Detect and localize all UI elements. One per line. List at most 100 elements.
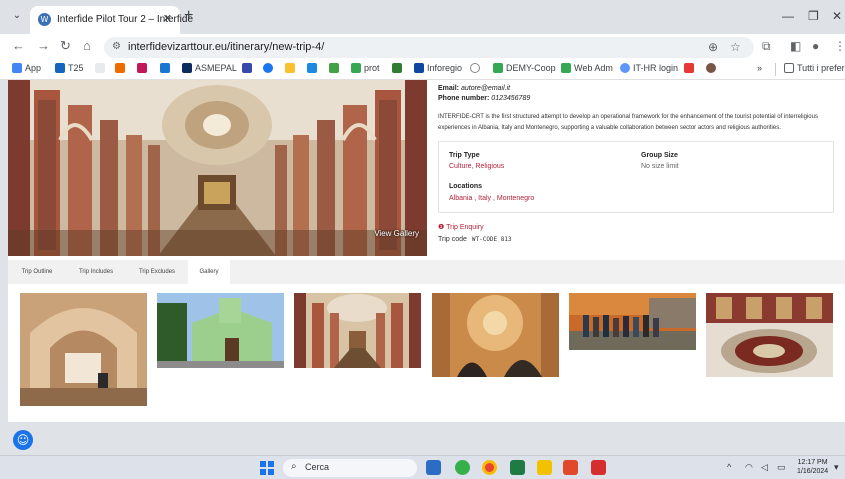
info-icon: ❶ [438,224,445,231]
view-gallery-link[interactable]: View Gallery [374,229,419,238]
group-size-label: Group Size [641,152,678,159]
extensions-icon[interactable]: ⧉ [762,39,771,54]
bookmark-label: IT-HR login [633,63,679,73]
all-bookmarks-folder[interactable]: Tutti i preferiti [784,63,845,73]
outlook-icon[interactable] [426,460,441,475]
taskbar-clock[interactable]: 12:17 PM 1/16/2024 [797,458,828,476]
bookmark-label: ASMEPAL [195,63,237,73]
bookmark-12-icon[interactable] [706,63,716,73]
bookmark-prot[interactable]: prot [351,63,380,73]
bookmark-5-icon[interactable] [242,63,252,73]
profile-icon[interactable]: ● [812,39,819,53]
facebook-icon[interactable] [263,63,273,73]
browser-tab[interactable]: W Interfide Pilot Tour 2 – Interfide ✕ [30,6,193,34]
bookmark-it-hr-login[interactable]: IT-HR login [620,63,678,73]
minimize-icon[interactable]: — [782,9,794,23]
new-tab-button[interactable]: + [184,8,193,24]
address-row: ← → ↻ ⌂ ⚙ interfidevizarttour.eu/itinera… [0,34,845,60]
zoom-icon[interactable]: ⊕ [708,40,718,54]
bookmark-1-icon[interactable] [95,63,105,73]
tab-gallery[interactable]: Gallery [188,260,230,284]
excel-icon[interactable] [510,460,525,475]
tab-trip-outline[interactable]: Trip Outline [8,260,66,284]
chevron-up-icon[interactable]: ^ [727,462,731,472]
restore-icon[interactable]: ❐ [808,9,819,23]
gallery-image-2[interactable] [157,293,284,368]
gallery-image-3[interactable] [294,293,421,368]
drive-icon [351,63,361,73]
site-info-icon[interactable]: ⚙ [112,41,121,52]
trip-enquiry-link[interactable]: ❶ Trip Enquiry [438,223,484,231]
menu-icon[interactable]: ⋮ [834,39,845,53]
trip-details-box: Trip Type Culture, Religious Group Size … [438,141,834,213]
address-bar[interactable]: ⚙ interfidevizarttour.eu/itinerary/new-t… [104,37,754,58]
locations-label: Locations [449,183,483,190]
clock-date: 1/16/2024 [797,468,829,475]
battery-icon[interactable]: ▭ [777,462,786,473]
bookmark-asmepal[interactable]: ASMEPAL [182,63,237,73]
url-text[interactable]: interfidevizarttour.eu/itinerary/new-tri… [128,41,324,53]
bookmark-7-icon[interactable] [307,63,317,73]
bookmark-9-icon[interactable] [392,63,402,73]
notification-bell-icon[interactable]: ▾ [834,462,839,473]
tab-search-icon[interactable]: ⌄ [10,10,24,24]
more-bookmarks-icon[interactable]: » [757,63,762,73]
bookmark-11-icon[interactable] [684,63,694,73]
trip-code-line: Trip code WT-CODE 813 [438,236,512,243]
email-line: Email: autore@email.it [438,84,838,94]
whatsapp-icon[interactable] [455,460,470,475]
bookmark-star-icon[interactable]: ☆ [730,40,741,54]
windows-start-icon[interactable] [260,461,274,475]
tab-trip-excludes[interactable]: Trip Excludes [126,260,188,284]
bookmark-8-icon[interactable] [329,63,339,73]
bookmark-t25[interactable]: T25 [55,63,84,73]
group-photo [569,293,696,350]
gallery-image-1[interactable] [20,293,147,406]
gallery-image-5[interactable] [569,293,696,350]
back-icon[interactable]: ← [12,39,25,53]
tab-trip-includes[interactable]: Trip Includes [66,260,126,284]
taskbar-search-placeholder: Cerca [305,462,330,472]
close-window-icon[interactable]: ✕ [832,9,842,23]
phone-value[interactable]: 0123456789 [491,95,530,102]
bookmark-2-icon[interactable] [115,63,125,73]
bookmark-inforegio[interactable]: Inforegio [414,63,462,73]
trip-type-value[interactable]: Culture, Religious [449,163,504,170]
email-label: Email: [438,85,460,92]
acrobat-icon[interactable] [591,460,606,475]
sidebar-icon[interactable]: ◧ [790,39,801,53]
asmepal-icon [182,63,192,73]
bookmark-demy-coop[interactable]: DEMY-Coop [493,63,556,73]
tab-title: Interfide Pilot Tour 2 – Interfide [57,14,194,25]
clock-time: 12:17 PM [797,459,828,466]
volume-icon[interactable]: ◁ [761,462,768,473]
inforegio-icon [414,63,424,73]
trip-info-panel: Email: autore@email.it Phone number: 012… [438,84,838,243]
chrome-icon[interactable] [482,460,497,475]
wordpress-icon: W [38,13,51,26]
hero-image[interactable]: View Gallery [8,80,427,256]
accessibility-button[interactable]: ☺ [13,430,33,450]
reload-icon[interactable]: ↻ [60,39,71,53]
gallery-image-6[interactable] [706,293,833,377]
wifi-icon[interactable]: ◠ [745,462,753,473]
email-value[interactable]: autore@email.it [461,85,510,92]
gallery-image-4[interactable] [432,293,559,377]
forward-icon[interactable]: → [37,39,50,53]
t25-icon [55,63,65,73]
bookmark-app[interactable]: App [12,63,41,73]
bookmark-4-icon[interactable] [160,63,170,73]
bookmark-6-icon[interactable] [285,63,295,73]
file-explorer-icon[interactable] [537,460,552,475]
bookmark-10-icon[interactable] [470,63,480,73]
locations-value[interactable]: Albania , Italy , Montenegro [449,195,534,202]
bookmark-label: Inforegio [427,63,463,73]
taskbar: ⌕ Cerca ^ ◠ ◁ ▭ 12:17 PM 1/16/2024 ▾ [0,455,845,479]
bookmark-web-adm[interactable]: Web Adm [561,63,613,73]
bookmark-3-icon[interactable] [137,63,147,73]
office-icon[interactable] [563,460,578,475]
bookmarks-bar: App T25 ASMEPAL prot Inforegio DEMY-Coop… [0,60,845,80]
taskbar-search[interactable]: ⌕ Cerca [283,459,417,477]
close-icon[interactable]: ✕ [163,12,172,25]
home-icon[interactable]: ⌂ [83,39,91,53]
